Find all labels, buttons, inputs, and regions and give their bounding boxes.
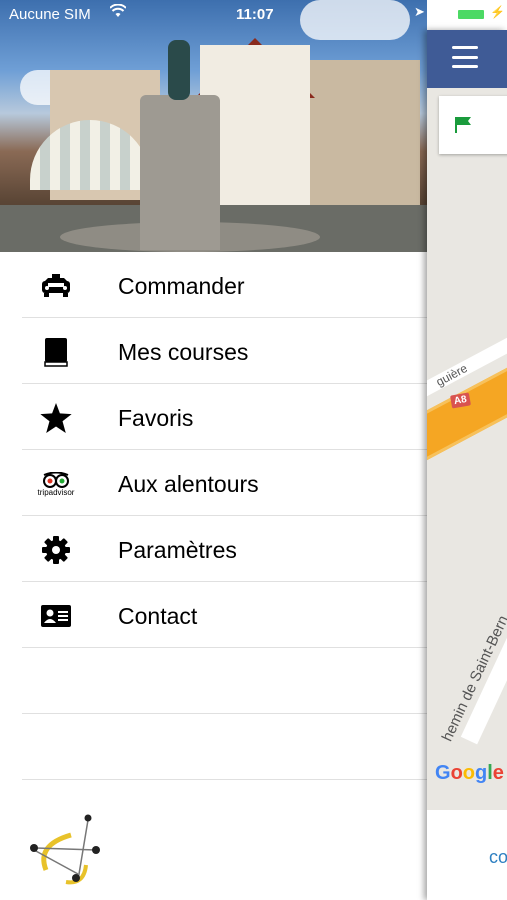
clock: 11:07 (236, 6, 274, 23)
tripadvisor-icon: tripadvisor (38, 470, 74, 498)
star-icon (38, 403, 74, 433)
location-arrow-icon: ➤ (414, 4, 425, 19)
menu-item-mes-courses[interactable]: Mes courses (0, 318, 427, 384)
book-icon (38, 338, 74, 367)
bluetooth-icon: ✱ (435, 4, 447, 20)
gear-icon (38, 536, 74, 564)
flag-icon (453, 116, 473, 139)
menu-item-aux-alentours[interactable]: tripadvisor Aux alentours (0, 450, 427, 516)
menu-item-label: Mes courses (118, 339, 249, 365)
taxi-icon (38, 272, 74, 300)
menu-item-contact[interactable]: Contact (0, 582, 427, 648)
map-panel[interactable]: A8 guière hemin de Saint-Bern Google co (427, 30, 507, 900)
street-label: guière (433, 360, 470, 390)
empty-row (0, 648, 427, 714)
menu-item-commander[interactable]: Commander (0, 252, 427, 318)
battery-icon (456, 8, 486, 21)
menu-item-label: Favoris (118, 405, 194, 431)
contact-card-icon (38, 602, 74, 630)
app-navbar (427, 30, 507, 88)
menu-item-label: Commander (118, 273, 245, 299)
address-card[interactable] (439, 96, 507, 154)
empty-row (0, 714, 427, 780)
app-logo (26, 810, 108, 890)
bottom-bar: co (427, 810, 507, 900)
menu-item-label: Contact (118, 603, 198, 629)
tripadvisor-wordmark: tripadvisor (37, 487, 75, 497)
hamburger-menu-icon[interactable] (452, 46, 478, 68)
bottom-bar-link[interactable]: co (489, 847, 507, 868)
side-menu: Commander Mes courses Favoris tripadviso… (0, 252, 427, 780)
menu-item-label: Aux alentours (118, 471, 259, 497)
status-bar: Aucune SIM 11:07 ➤ ✱ ⚡ (0, 0, 507, 30)
carrier-label: Aucune SIM (9, 6, 91, 23)
menu-item-parametres[interactable]: Paramètres (0, 516, 427, 582)
google-logo: Google (435, 762, 504, 784)
header-photo (0, 0, 427, 252)
wifi-icon (109, 3, 127, 21)
menu-item-label: Paramètres (118, 537, 237, 563)
menu-item-favoris[interactable]: Favoris (0, 384, 427, 450)
charging-icon: ⚡ (490, 5, 505, 19)
